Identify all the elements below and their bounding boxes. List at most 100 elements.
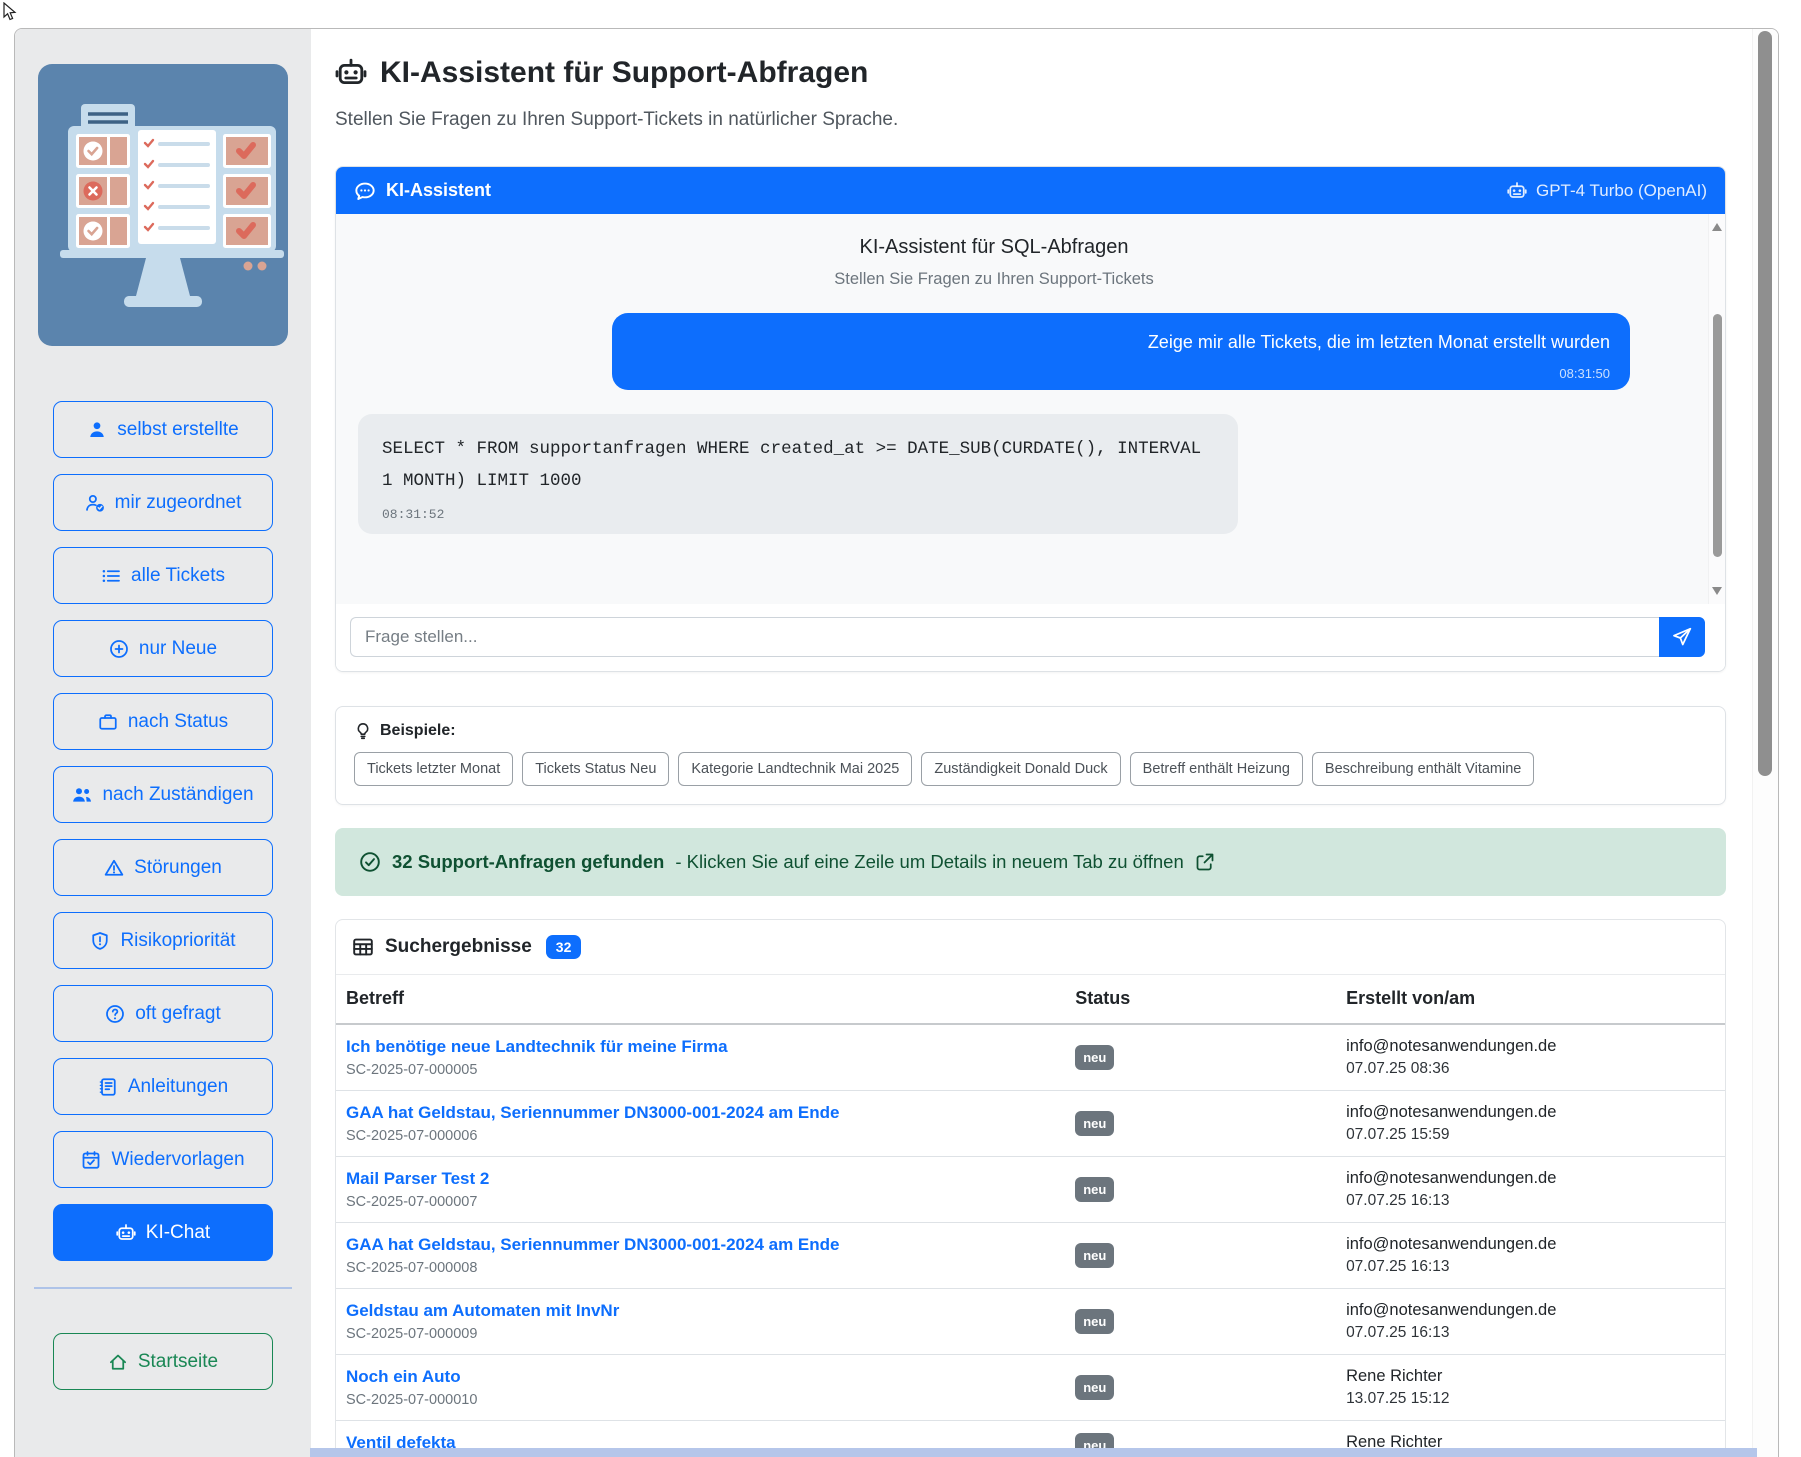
robot-icon xyxy=(116,1223,136,1243)
sidebar-item-storungen[interactable]: Störungen xyxy=(53,839,273,896)
assistant-sql-bubble: SELECT * FROM supportanfragen WHERE crea… xyxy=(358,414,1238,534)
status-badge: neu xyxy=(1075,1375,1114,1400)
question-input[interactable] xyxy=(350,617,1659,657)
example-chip-beschreibung-enthalt-vitamine[interactable]: Beschreibung enthält Vitamine xyxy=(1312,752,1534,786)
sidebar-item-wiedervorlagen[interactable]: Wiedervorlagen xyxy=(53,1131,273,1188)
results-title: Suchergebnisse xyxy=(385,936,532,958)
chat-scrollbar[interactable] xyxy=(1708,214,1725,604)
app-window: selbst erstellte mir zugeordnet alle Ticke… xyxy=(14,28,1779,1457)
ticket-subject-link[interactable]: GAA hat Geldstau, Seriennummer DN3000-00… xyxy=(346,1103,1055,1123)
sidebar-item-risikoprioritat[interactable]: Risikopriorität xyxy=(53,912,273,969)
results-alert: 32 Support-Anfragen gefunden - Klicken S… xyxy=(335,828,1726,896)
ticket-subject-link[interactable]: Mail Parser Test 2 xyxy=(346,1169,1055,1189)
table-icon xyxy=(352,936,374,958)
list-icon xyxy=(101,566,121,586)
ticket-id: SC-2025-07-000007 xyxy=(346,1194,1055,1210)
status-badge: neu xyxy=(1075,1309,1114,1334)
user-message-text: Zeige mir alle Tickets, die im letzten M… xyxy=(632,332,1610,353)
chat-scrollbar-thumb[interactable] xyxy=(1713,314,1722,557)
sidebar-item-label: mir zugeordnet xyxy=(115,492,242,514)
sidebar-item-anleitungen[interactable]: Anleitungen xyxy=(53,1058,273,1115)
examples-title: Beispiele: xyxy=(380,722,456,740)
plus-circle-icon xyxy=(109,639,129,659)
table-row[interactable]: Mail Parser Test 2SC-2025-07-000007neuin… xyxy=(336,1157,1725,1223)
table-row[interactable]: Noch ein AutoSC-2025-07-000010neuRene Ri… xyxy=(336,1355,1725,1421)
mouse-cursor xyxy=(2,2,20,22)
ticket-id: SC-2025-07-000009 xyxy=(346,1326,1055,1342)
sidebar-item-label: selbst erstellte xyxy=(117,419,238,441)
alert-hint-text: - Klicken Sie auf eine Zeile um Details … xyxy=(675,851,1183,873)
bottom-scroll-strip[interactable] xyxy=(310,1448,1757,1457)
creator: info@notesanwendungen.de xyxy=(1346,1235,1715,1254)
chat-message-area: KI-Assistent für SQL-Abfragen Stellen Si… xyxy=(336,214,1725,604)
sidebar-item-selbst-erstellte[interactable]: selbst erstellte xyxy=(53,401,273,458)
created-at: 07.07.25 16:13 xyxy=(1346,1324,1715,1342)
table-row[interactable]: GAA hat Geldstau, Seriennummer DN3000-00… xyxy=(336,1223,1725,1289)
sidebar-item-oft-gefragt[interactable]: oft gefragt xyxy=(53,985,273,1042)
page-subtitle: Stellen Sie Fragen zu Ihren Support-Tick… xyxy=(335,109,1726,131)
sidebar-item-label: KI-Chat xyxy=(146,1222,210,1244)
page-scrollbar[interactable] xyxy=(1752,29,1778,1457)
status-badge: neu xyxy=(1075,1111,1114,1136)
chat-intro-title: KI-Assistent für SQL-Abfragen xyxy=(358,236,1630,259)
column-header-status: Status xyxy=(1065,975,1336,1023)
sidebar-item-startseite[interactable]: Startseite xyxy=(53,1333,273,1390)
ticket-subject-link[interactable]: GAA hat Geldstau, Seriennummer DN3000-00… xyxy=(346,1235,1055,1255)
person-icon xyxy=(87,420,107,440)
sidebar-item-label: oft gefragt xyxy=(135,1003,221,1025)
table-row[interactable]: Geldstau am Automaten mit InvNr SC-2025-0… xyxy=(336,1289,1725,1355)
creator: info@notesanwendungen.de xyxy=(1346,1037,1715,1056)
sidebar-nav: selbst erstellte mir zugeordnet alle Ticke… xyxy=(15,401,311,1277)
sidebar-item-nach-zustandigen[interactable]: nach Zuständigen xyxy=(53,766,273,823)
example-chip-tickets-status-neu[interactable]: Tickets Status Neu xyxy=(522,752,669,786)
created-at: 07.07.25 16:13 xyxy=(1346,1192,1715,1210)
ticket-subject-link[interactable]: Ich benötige neue Landtechnik für meine … xyxy=(346,1037,1055,1057)
journal-icon xyxy=(98,1077,118,1097)
example-chip-zustandigkeit-donald-duck[interactable]: Zuständigkeit Donald Duck xyxy=(921,752,1120,786)
assistant-sql-time: 08:31:52 xyxy=(382,507,1214,522)
page-scrollbar-thumb[interactable] xyxy=(1758,31,1772,776)
sidebar-item-nach-status[interactable]: nach Status xyxy=(53,693,273,750)
alert-count-text: 32 Support-Anfragen gefunden xyxy=(392,851,664,873)
sidebar-item-label: Wiedervorlagen xyxy=(111,1149,244,1171)
status-badge: neu xyxy=(1075,1177,1114,1202)
ticket-subject-link[interactable]: Noch ein Auto xyxy=(346,1367,1055,1387)
table-row[interactable]: GAA hat Geldstau, Seriennummer DN3000-00… xyxy=(336,1091,1725,1157)
person-check-icon xyxy=(85,493,105,513)
sidebar-item-label: alle Tickets xyxy=(131,565,225,587)
robot-icon xyxy=(335,57,367,89)
results-count-badge: 32 xyxy=(546,935,582,959)
ticket-id: SC-2025-07-000005 xyxy=(346,1062,1055,1078)
chat-icon xyxy=(354,180,376,202)
table-row[interactable]: Ich benötige neue Landtechnik für meine … xyxy=(336,1025,1725,1091)
sidebar-item-nur-neue[interactable]: nur Neue xyxy=(53,620,273,677)
example-chip-betreff-enthalt-heizung[interactable]: Betreff enthält Heizung xyxy=(1130,752,1303,786)
send-button[interactable] xyxy=(1659,617,1705,657)
creator: info@notesanwendungen.de xyxy=(1346,1301,1715,1320)
warning-icon xyxy=(104,858,124,878)
question-circle-icon xyxy=(105,1004,125,1024)
created-at: 07.07.25 16:13 xyxy=(1346,1258,1715,1276)
example-chip-tickets-letzter-monat[interactable]: Tickets letzter Monat xyxy=(354,752,513,786)
scroll-down-arrow-icon[interactable] xyxy=(1712,587,1722,595)
chat-input-row xyxy=(336,604,1725,671)
column-header-betreff: Betreff xyxy=(336,975,1065,1023)
sidebar-item-ki-chat[interactable]: KI-Chat xyxy=(53,1204,273,1261)
home-icon xyxy=(108,1352,128,1372)
created-at: 13.07.25 15:12 xyxy=(1346,1390,1715,1408)
chat-panel-title: KI-Assistent xyxy=(386,180,491,201)
sidebar-item-mir-zugeordnet[interactable]: mir zugeordnet xyxy=(53,474,273,531)
external-link-icon xyxy=(1195,852,1215,872)
results-panel: Suchergebnisse 32 Betreff Status Erstell… xyxy=(335,919,1726,1457)
user-message-bubble: Zeige mir alle Tickets, die im letzten M… xyxy=(612,313,1630,390)
ticket-subject-link[interactable]: Geldstau am Automaten mit InvNr xyxy=(346,1301,1055,1321)
status-badge: neu xyxy=(1075,1243,1114,1268)
example-chip-kategorie-landtechnik-mai-2025[interactable]: Kategorie Landtechnik Mai 2025 xyxy=(678,752,912,786)
model-label: GPT-4 Turbo (OpenAI) xyxy=(1536,181,1707,201)
sidebar-item-alle-tickets[interactable]: alle Tickets xyxy=(53,547,273,604)
chat-panel-header: KI-Assistent GPT-4 Turbo (OpenAI) xyxy=(336,167,1725,214)
creator: info@notesanwendungen.de xyxy=(1346,1103,1715,1122)
user-message-time: 08:31:50 xyxy=(632,366,1610,381)
ticket-id: SC-2025-07-000006 xyxy=(346,1128,1055,1144)
scroll-up-arrow-icon[interactable] xyxy=(1712,223,1722,231)
